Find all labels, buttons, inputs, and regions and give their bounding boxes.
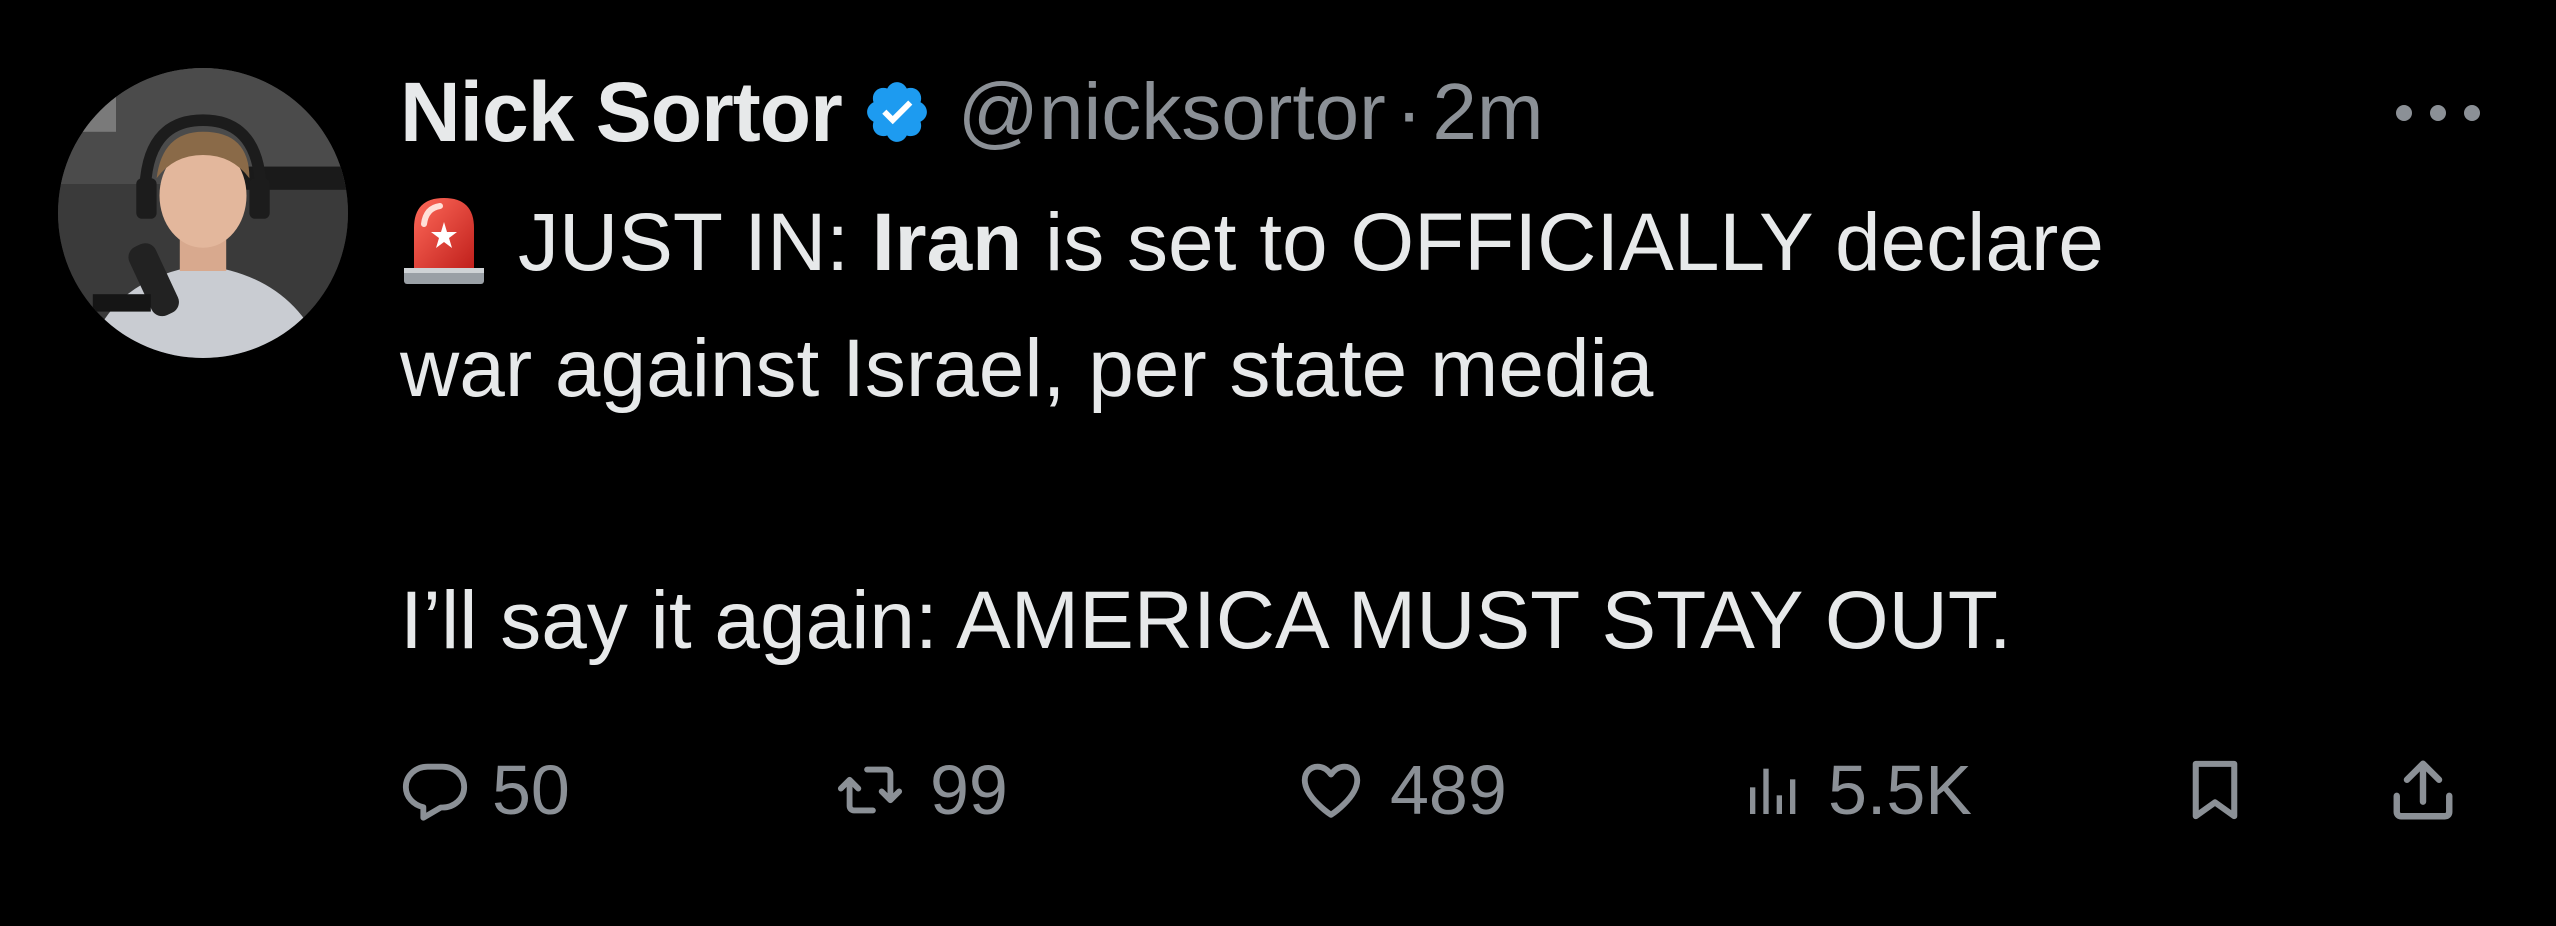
tweet-card[interactable]: Nick Sortor @nicksortor · 2m JUST IN: Ir… [0,0,2556,926]
tweet-text-line-2: war against Israel, per state media [400,323,1654,414]
tweet-text-bold-iran: Iran [871,197,1023,288]
retweet-arrows-icon [837,766,903,814]
more-dots-icon[interactable] [2388,98,2488,128]
display-name[interactable]: Nick Sortor [400,64,843,161]
tweet-text-line-1: JUST IN: Iran is set to OFFICIALLY decla… [400,180,2460,306]
bookmark-icon [2192,760,2238,820]
reply-count: 50 [492,751,570,829]
bookmark-button[interactable] [2182,740,2248,840]
retweet-button[interactable]: 99 [832,740,1008,840]
tweet-text-just-in: JUST IN: [518,197,872,288]
tweet-text-line-1-rest: is set to OFFICIALLY declare [1022,197,2104,288]
heart-icon [1301,763,1361,818]
tweet-text-line-3: I’ll say it again: AMERICA MUST STAY OUT… [400,575,2012,666]
retweet-count: 99 [930,751,1008,829]
share-button[interactable] [2388,740,2458,840]
like-count: 489 [1390,751,1507,829]
reply-bubble-icon [402,763,468,821]
siren-emoji-icon [400,188,488,288]
like-button[interactable]: 489 [1294,740,1507,840]
views-button[interactable]: 5.5K [1742,740,1972,840]
share-upload-icon [2393,760,2453,820]
analytics-bars-icon [1750,768,1796,814]
verified-badge-icon[interactable] [862,77,932,147]
reply-button[interactable]: 50 [400,740,570,840]
author-handle[interactable]: @nicksortor [958,66,1386,158]
avatar[interactable] [58,68,348,358]
tweet-timestamp[interactable]: 2m [1432,66,1543,158]
action-bar: 50 99 489 5.5K [400,740,2500,840]
separator-dot: · [1395,67,1423,156]
tweet-header: Nick Sortor @nicksortor · 2m [400,62,1544,162]
views-count: 5.5K [1828,751,1972,829]
avatar-image [58,68,348,358]
tweet-text: JUST IN: Iran is set to OFFICIALLY decla… [400,180,2460,684]
